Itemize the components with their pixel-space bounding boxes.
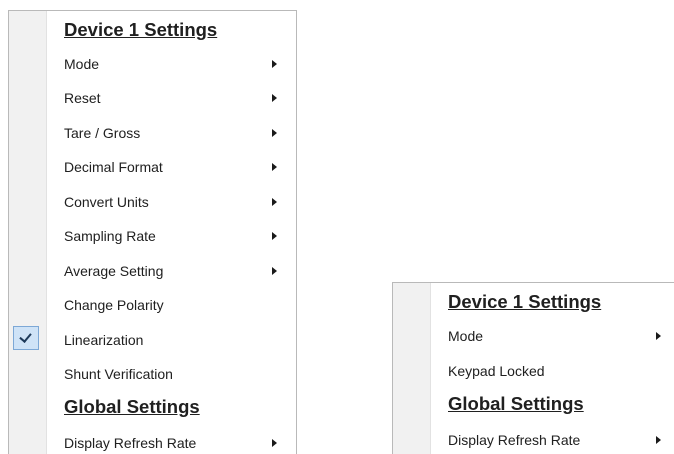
chevron-right-icon bbox=[656, 436, 661, 444]
menu-item-label: Sampling Rate bbox=[64, 228, 156, 244]
chevron-right-icon bbox=[272, 232, 277, 240]
device-settings-header-row: Device 1 Settings bbox=[393, 288, 674, 322]
checkmark-icon bbox=[13, 326, 39, 350]
chevron-right-icon bbox=[272, 267, 277, 275]
chevron-right-icon bbox=[272, 439, 277, 447]
menu-item-tare-gross[interactable]: Tare / Gross bbox=[9, 115, 296, 149]
menu-item-average-setting[interactable]: Average Setting bbox=[9, 253, 296, 287]
menu-item-label: Convert Units bbox=[64, 194, 149, 210]
menu-item-linearization[interactable]: Linearization bbox=[9, 322, 296, 356]
menu-item-label: Change Polarity bbox=[64, 297, 164, 313]
chevron-right-icon bbox=[272, 198, 277, 206]
chevron-right-icon bbox=[272, 94, 277, 102]
global-settings-header: Global Settings bbox=[64, 396, 200, 417]
global-settings-header: Global Settings bbox=[448, 393, 584, 414]
device-settings-context-menu: Device 1 Settings Mode Reset Tare / Gros… bbox=[8, 10, 297, 454]
menu-item-keypad-locked[interactable]: Keypad Locked bbox=[393, 353, 674, 387]
device-settings-header: Device 1 Settings bbox=[448, 291, 602, 312]
menu-item-label: Tare / Gross bbox=[64, 125, 141, 141]
menu-item-sampling-rate[interactable]: Sampling Rate bbox=[9, 219, 296, 253]
global-settings-header-row: Global Settings bbox=[9, 391, 296, 425]
menu-item-label: Display Refresh Rate bbox=[448, 432, 581, 448]
device-settings-header: Device 1 Settings bbox=[64, 19, 218, 40]
chevron-right-icon bbox=[272, 60, 277, 68]
chevron-right-icon bbox=[656, 332, 661, 340]
menu-item-label: Shunt Verification bbox=[64, 366, 173, 382]
menu-item-reset[interactable]: Reset bbox=[9, 81, 296, 115]
menu-item-mode[interactable]: Mode bbox=[9, 47, 296, 81]
menu-item-label: Average Setting bbox=[64, 263, 164, 279]
menu-item-label: Decimal Format bbox=[64, 159, 163, 175]
menu-item-label: Mode bbox=[64, 56, 100, 72]
device-settings-header-row: Device 1 Settings bbox=[9, 17, 296, 51]
menu-item-display-refresh-rate[interactable]: Display Refresh Rate bbox=[9, 425, 296, 454]
device-settings-context-menu-locked: Device 1 Settings Mode Keypad Locked Glo… bbox=[392, 282, 674, 454]
menu-item-decimal-format[interactable]: Decimal Format bbox=[9, 150, 296, 184]
menu-item-label: Linearization bbox=[64, 332, 144, 348]
menu-item-label: Reset bbox=[64, 90, 101, 106]
menu-item-mode[interactable]: Mode bbox=[393, 319, 674, 353]
menu-item-change-polarity[interactable]: Change Polarity bbox=[9, 288, 296, 322]
menu-item-display-refresh-rate[interactable]: Display Refresh Rate bbox=[393, 422, 674, 454]
global-settings-header-row: Global Settings bbox=[393, 388, 674, 422]
menu-item-label: Display Refresh Rate bbox=[64, 435, 197, 451]
menu-item-label: Keypad Locked bbox=[448, 363, 545, 379]
screenshot-stage: Device 1 Settings Mode Reset Tare / Gros… bbox=[0, 0, 674, 454]
menu-item-convert-units[interactable]: Convert Units bbox=[9, 184, 296, 218]
chevron-right-icon bbox=[272, 163, 277, 171]
chevron-right-icon bbox=[272, 129, 277, 137]
menu-item-label: Mode bbox=[448, 328, 484, 344]
menu-item-shunt-verification[interactable]: Shunt Verification bbox=[9, 357, 296, 391]
